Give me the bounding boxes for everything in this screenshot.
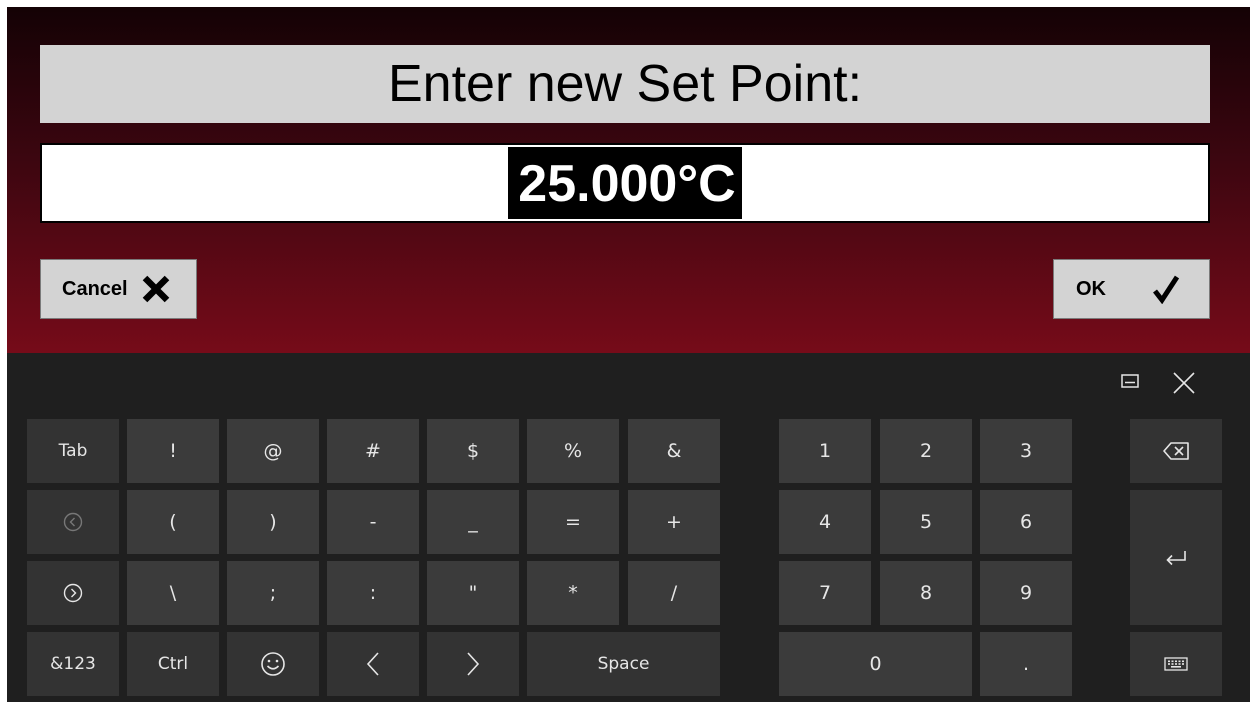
key-slash[interactable]: /	[628, 561, 720, 625]
key-8[interactable]: 8	[880, 561, 972, 625]
key-circle-left[interactable]	[27, 490, 119, 554]
setpoint-input[interactable]: 25.000°C	[40, 143, 1210, 223]
key-5[interactable]: 5	[880, 490, 972, 554]
key-percent[interactable]: %	[527, 419, 619, 483]
key-at[interactable]: @	[227, 419, 319, 483]
dock-keyboard-icon[interactable]	[1120, 371, 1140, 391]
key-circle-right[interactable]	[27, 561, 119, 625]
key-emoji[interactable]	[227, 632, 319, 696]
key-9[interactable]: 9	[980, 561, 1072, 625]
setpoint-dialog: Enter new Set Point: 25.000°C Cancel OK	[7, 7, 1250, 353]
key-hash[interactable]: #	[327, 419, 419, 483]
key-tab[interactable]: Tab	[27, 419, 119, 483]
circle-left-icon	[63, 512, 83, 532]
key-plus[interactable]: +	[628, 490, 720, 554]
key-6[interactable]: 6	[980, 490, 1072, 554]
key-quote[interactable]: "	[427, 561, 519, 625]
key-minus[interactable]: -	[327, 490, 419, 554]
chevron-left-icon	[366, 652, 379, 676]
cancel-label: Cancel	[62, 277, 128, 300]
key-0[interactable]: 0	[779, 632, 972, 696]
key-dollar[interactable]: $	[427, 419, 519, 483]
touch-keyboard: Tab ! @ # $ % & 1 2 3 ( ) - _ = + 4 5 6 …	[7, 353, 1250, 702]
key-2[interactable]: 2	[880, 419, 972, 483]
key-ampersand[interactable]: &	[628, 419, 720, 483]
key-keyboard-layout[interactable]	[1130, 632, 1222, 696]
close-icon[interactable]	[1172, 371, 1196, 395]
keyboard-icon	[1164, 657, 1188, 671]
checkmark-icon	[1153, 275, 1180, 304]
emoji-icon	[261, 652, 285, 676]
key-backslash[interactable]: \	[127, 561, 219, 625]
key-close-paren[interactable]: )	[227, 490, 319, 554]
setpoint-value: 25.000°C	[508, 147, 742, 219]
prompt-title: Enter new Set Point:	[40, 45, 1210, 123]
key-equals[interactable]: =	[527, 490, 619, 554]
key-period[interactable]: .	[980, 632, 1072, 696]
cancel-button[interactable]: Cancel	[40, 259, 197, 319]
key-semicolon[interactable]: ;	[227, 561, 319, 625]
key-exclamation[interactable]: !	[127, 419, 219, 483]
enter-icon	[1166, 550, 1186, 565]
cancel-x-icon	[142, 275, 169, 303]
ok-button[interactable]: OK	[1053, 259, 1210, 319]
key-symbols[interactable]: &123	[27, 632, 119, 696]
key-arrow-right[interactable]	[427, 632, 519, 696]
key-arrow-left[interactable]	[327, 632, 419, 696]
ok-label: OK	[1076, 277, 1106, 300]
key-colon[interactable]: :	[327, 561, 419, 625]
key-backspace[interactable]	[1130, 419, 1222, 483]
key-7[interactable]: 7	[779, 561, 871, 625]
key-3[interactable]: 3	[980, 419, 1072, 483]
app-frame: Enter new Set Point: 25.000°C Cancel OK …	[7, 7, 1250, 702]
key-asterisk[interactable]: *	[527, 561, 619, 625]
chevron-right-icon	[467, 652, 480, 676]
backspace-icon	[1163, 442, 1189, 460]
key-1[interactable]: 1	[779, 419, 871, 483]
key-ctrl[interactable]: Ctrl	[127, 632, 219, 696]
circle-right-icon	[63, 583, 83, 603]
key-4[interactable]: 4	[779, 490, 871, 554]
key-space[interactable]: Space	[527, 632, 720, 696]
key-open-paren[interactable]: (	[127, 490, 219, 554]
key-enter[interactable]	[1130, 490, 1222, 625]
key-underscore[interactable]: _	[427, 490, 519, 554]
